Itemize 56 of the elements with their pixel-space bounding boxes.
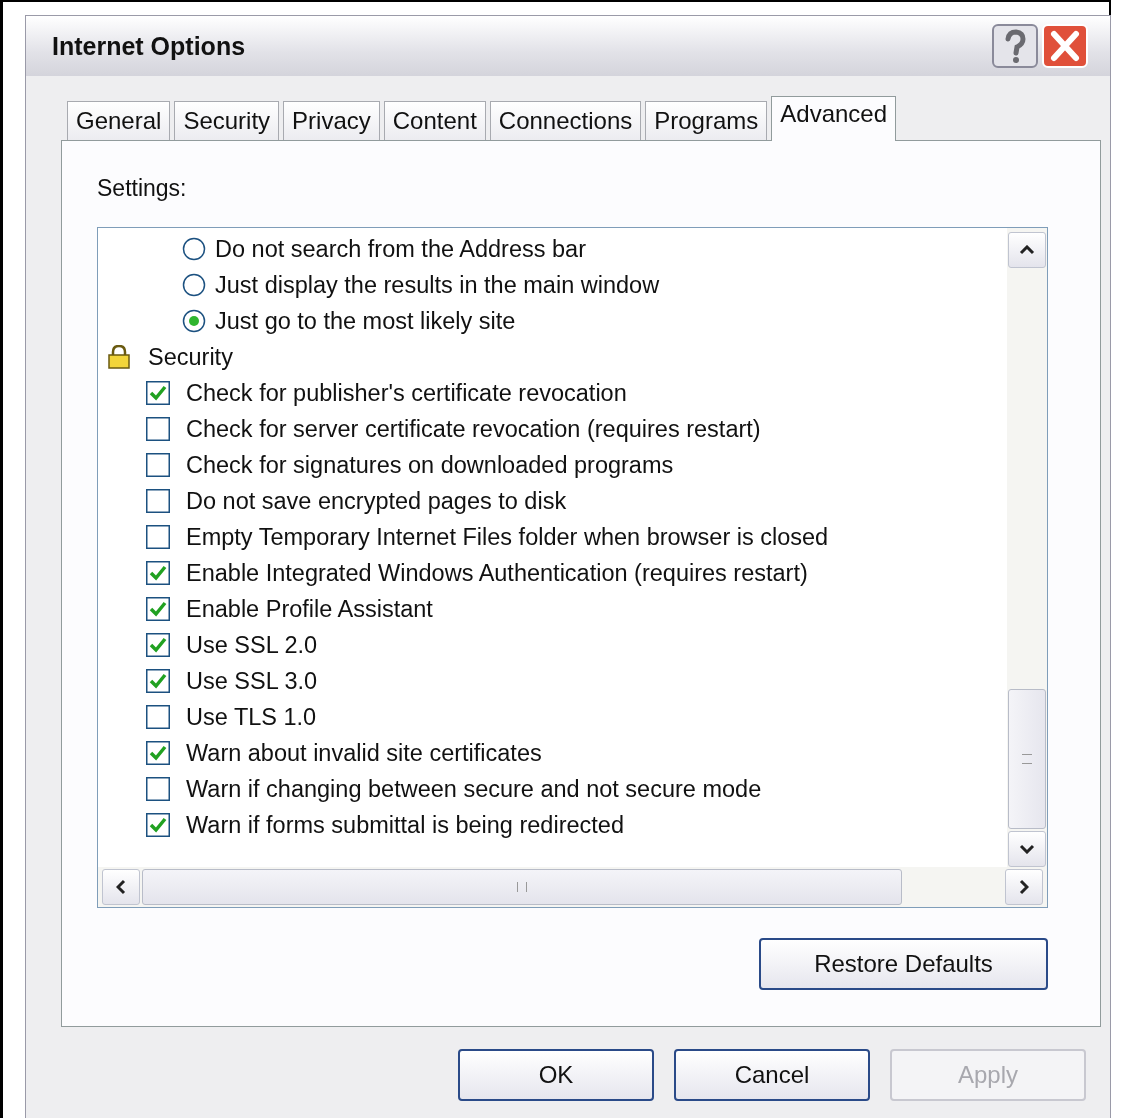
radio-button[interactable] xyxy=(182,273,206,297)
close-icon[interactable] xyxy=(1042,24,1088,68)
checkbox[interactable] xyxy=(146,489,170,513)
option-label[interactable]: Warn if forms submittal is being redirected xyxy=(186,811,624,839)
option-label[interactable]: Enable Integrated Windows Authentication (requires restart) xyxy=(186,559,808,587)
tab[interactable]: Advanced xyxy=(771,96,897,141)
group-label: Security xyxy=(148,343,233,371)
checkbox[interactable] xyxy=(146,597,170,621)
window-title: Internet Options xyxy=(52,31,246,61)
tab[interactable]: Connections xyxy=(489,101,642,140)
option-label[interactable]: Do not save encrypted pages to disk xyxy=(186,487,567,515)
tab[interactable]: Programs xyxy=(645,101,768,140)
padlock-icon xyxy=(108,345,130,369)
restore-defaults-button[interactable]: Restore Defaults xyxy=(759,938,1048,990)
option-label[interactable]: Warn about invalid site certificates xyxy=(186,739,542,767)
option-label[interactable]: Use SSL 3.0 xyxy=(186,667,318,695)
scroll-right-icon[interactable] xyxy=(1005,869,1043,905)
checkbox[interactable] xyxy=(146,633,170,657)
checkbox[interactable] xyxy=(146,813,170,837)
option-label[interactable]: Check for server certificate revocation (requires restart) xyxy=(186,415,761,443)
settings-label: Settings: xyxy=(97,175,187,202)
option-label[interactable]: Use TLS 1.0 xyxy=(186,703,317,731)
checkbox[interactable] xyxy=(146,669,170,693)
option-label[interactable]: Warn if changing between secure and not secure mode xyxy=(186,775,762,803)
horizontal-scrollbar[interactable] xyxy=(98,867,1047,907)
dialog-button[interactable]: Cancel xyxy=(674,1049,870,1101)
option-label[interactable]: Do not search from the Address bar xyxy=(215,235,586,263)
scroll-thumb[interactable] xyxy=(1008,689,1046,829)
tab[interactable]: Privacy xyxy=(283,101,380,140)
checkbox[interactable] xyxy=(146,705,170,729)
help-icon[interactable] xyxy=(992,24,1038,68)
checkbox[interactable] xyxy=(146,741,170,765)
scroll-left-icon[interactable] xyxy=(102,869,140,905)
radio-button[interactable] xyxy=(182,309,206,333)
scroll-down-icon[interactable] xyxy=(1008,831,1046,867)
checkbox[interactable] xyxy=(146,381,170,405)
option-label[interactable]: Check for publisher's certificate revocation xyxy=(186,379,627,407)
option-label[interactable]: Just display the results in the main window xyxy=(215,271,660,299)
option-label[interactable]: Use SSL 2.0 xyxy=(186,631,318,659)
tab[interactable]: Content xyxy=(383,101,486,140)
checkbox[interactable] xyxy=(146,525,170,549)
dialog-button[interactable]: OK xyxy=(458,1049,654,1101)
option-label[interactable]: Just go to the most likely site xyxy=(215,307,516,335)
scroll-thumb[interactable] xyxy=(142,869,902,905)
checkbox[interactable] xyxy=(146,453,170,477)
checkbox[interactable] xyxy=(146,777,170,801)
option-label[interactable]: Check for signatures on downloaded programs xyxy=(186,451,674,479)
tab[interactable]: Security xyxy=(174,101,280,140)
option-label[interactable]: Empty Temporary Internet Files folder when browser is closed xyxy=(186,523,829,551)
radio-button[interactable] xyxy=(182,237,206,261)
option-label[interactable]: Enable Profile Assistant xyxy=(186,595,433,623)
scroll-up-icon[interactable] xyxy=(1008,232,1046,268)
tab[interactable]: General xyxy=(67,101,171,140)
checkbox[interactable] xyxy=(146,417,170,441)
vertical-scrollbar[interactable] xyxy=(1007,228,1047,867)
checkbox[interactable] xyxy=(146,561,170,585)
